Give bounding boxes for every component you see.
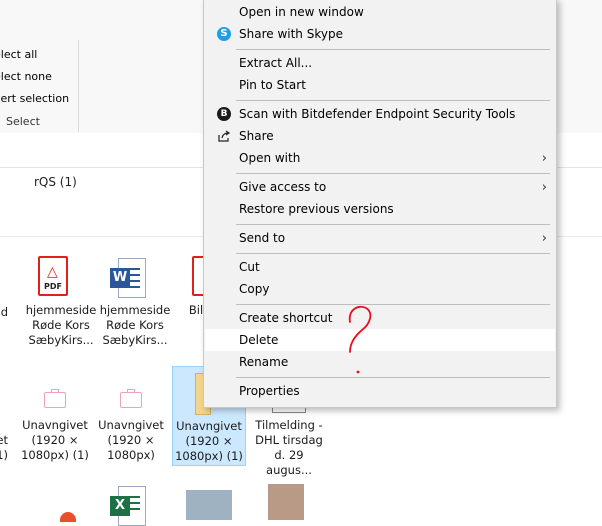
file-label: hjemmeside Røde Kors SæbyKirs... — [25, 303, 97, 347]
menu-item-send-to[interactable]: Send to › — [205, 227, 555, 249]
menu-item-share-skype[interactable]: S Share with Skype — [205, 23, 555, 45]
file-item[interactable]: vet 1) — [0, 418, 8, 478]
breadcrumb[interactable]: rQS (1) — [34, 175, 77, 189]
menu-item-pin-to-start[interactable]: Pin to Start — [205, 74, 555, 96]
menu-item-open-with[interactable]: Open with › — [205, 147, 555, 169]
word-file-icon: W — [110, 258, 146, 298]
menu-separator — [236, 224, 550, 225]
chevron-right-icon: › — [541, 151, 547, 166]
file-label: Unavngivet (1920 × 1080px) (1) — [21, 418, 89, 462]
menu-item-open-new-window[interactable]: Open in new window — [205, 1, 555, 23]
menu-item-copy[interactable]: Copy — [205, 278, 555, 300]
menu-item-cut[interactable]: Cut — [205, 256, 555, 278]
chevron-right-icon: › — [541, 231, 547, 246]
menu-item-restore-versions[interactable]: Restore previous versions — [205, 198, 555, 220]
file-label: Unavngivet (1920 × 1080px) (1) — [175, 419, 243, 463]
menu-separator — [236, 253, 550, 254]
image-thumbnail[interactable] — [186, 490, 232, 520]
file-item[interactable]: Unavngivet (1920 × 1080px) — [94, 386, 168, 466]
excel-file-icon[interactable]: X — [110, 486, 146, 526]
file-label: vet 1) — [0, 433, 8, 462]
file-item[interactable]: Unavngivet (1920 × 1080px) (1) — [18, 386, 92, 466]
image-file-icon — [120, 389, 142, 408]
partial-file-icon[interactable] — [60, 512, 76, 522]
menu-separator — [236, 173, 550, 174]
skype-icon: S — [217, 27, 231, 41]
question-mark-annotation — [348, 305, 372, 374]
menu-item-create-shortcut[interactable]: Create shortcut — [205, 307, 555, 329]
ribbon-select-group: elect all elect none vert selection Sele… — [0, 40, 79, 132]
menu-item-rename[interactable]: Rename — [205, 351, 555, 373]
file-label: hjemmeside Røde Kors SæbyKirs... — [99, 303, 171, 347]
menu-separator — [236, 377, 550, 378]
chevron-right-icon: › — [541, 180, 547, 195]
file-label: d — [0, 305, 8, 319]
file-item[interactable]: W hjemmeside Røde Kors SæbyKirs... — [98, 254, 172, 364]
menu-separator — [236, 49, 550, 50]
menu-item-scan-bitdefender[interactable]: B Scan with Bitdefender Endpoint Securit… — [205, 103, 555, 125]
select-none-button[interactable]: elect none — [0, 70, 52, 83]
menu-item-extract-all[interactable]: Extract All... — [205, 52, 555, 74]
image-thumbnail[interactable] — [268, 484, 304, 520]
file-item[interactable]: △ PDF hjemmeside Røde Kors SæbyKirs... — [24, 254, 98, 364]
file-label: Tilmelding - DHL tirsdag d. 29 augus... — [255, 418, 323, 477]
menu-item-delete[interactable]: Delete — [205, 329, 555, 351]
bitdefender-icon: B — [217, 107, 231, 121]
file-item[interactable]: d — [0, 305, 8, 320]
context-menu: Open in new window S Share with Skype Ex… — [203, 0, 557, 408]
menu-separator — [236, 304, 550, 305]
menu-item-share[interactable]: Share — [205, 125, 555, 147]
image-file-icon — [44, 389, 66, 408]
menu-item-properties[interactable]: Properties — [205, 380, 555, 402]
menu-item-give-access[interactable]: Give access to › — [205, 176, 555, 198]
share-icon — [217, 129, 231, 143]
file-label: Unavngivet (1920 × 1080px) — [98, 418, 164, 462]
invert-selection-button[interactable]: vert selection — [0, 92, 69, 105]
select-all-button[interactable]: elect all — [0, 48, 37, 61]
ribbon-group-label: Select — [6, 115, 40, 128]
pdf-file-icon: △ PDF — [38, 256, 68, 296]
menu-separator — [236, 100, 550, 101]
